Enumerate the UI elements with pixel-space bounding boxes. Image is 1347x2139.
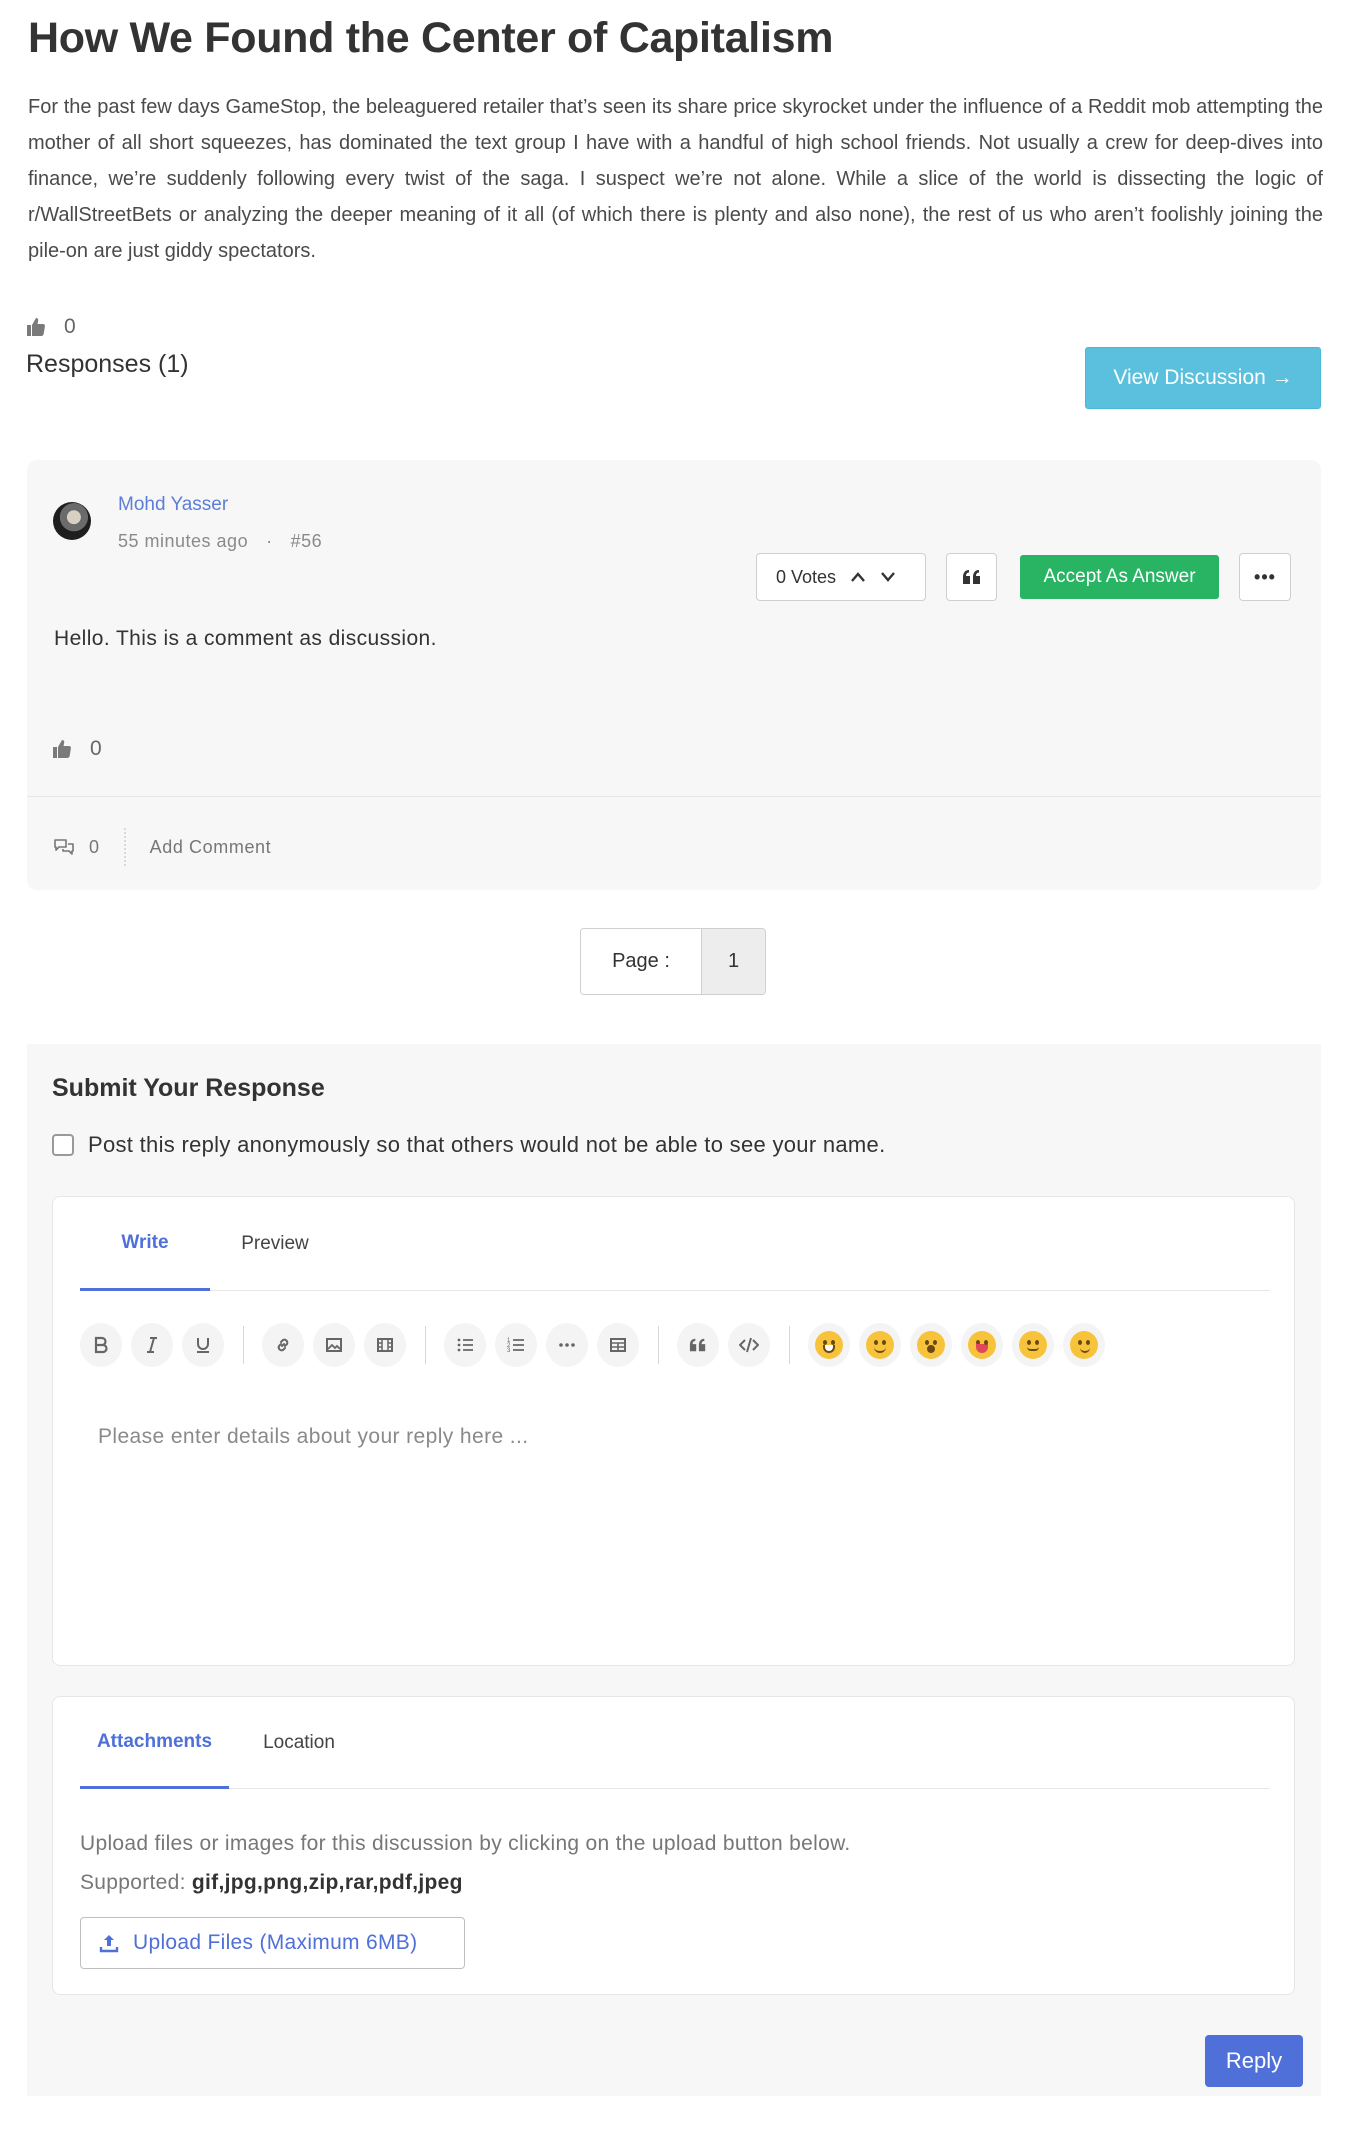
svg-text:3: 3: [507, 1348, 511, 1354]
votes-control: 0 Votes: [756, 553, 926, 601]
toolbar-divider: [243, 1326, 244, 1364]
quote-icon: [962, 570, 980, 584]
blockquote-icon[interactable]: [677, 1323, 719, 1367]
tab-location[interactable]: Location: [229, 1697, 369, 1789]
upload-icon: [99, 1935, 119, 1953]
horizontal-rule-icon[interactable]: [546, 1323, 588, 1367]
link-icon[interactable]: [262, 1323, 304, 1367]
attachment-help: Upload files or images for this discussi…: [80, 1824, 851, 1902]
relieved-emoji[interactable]: [1012, 1323, 1054, 1367]
grinning-emoji[interactable]: [808, 1323, 850, 1367]
article-like[interactable]: 0: [26, 315, 76, 339]
winking-emoji[interactable]: [1063, 1323, 1105, 1367]
tongue-emoji[interactable]: [961, 1323, 1003, 1367]
article-like-count: 0: [64, 315, 76, 338]
divider: [27, 796, 1321, 797]
tab-write[interactable]: Write: [80, 1197, 210, 1291]
add-comment-link[interactable]: Add Comment: [126, 837, 272, 858]
italic-icon[interactable]: [131, 1323, 173, 1367]
attachment-help-text: Upload files or images for this discussi…: [80, 1832, 851, 1855]
comment-like[interactable]: 0: [52, 737, 102, 761]
submit-response-title: Submit Your Response: [52, 1074, 325, 1102]
bullet-list-icon[interactable]: [444, 1323, 486, 1367]
meta-separator: ·: [266, 531, 273, 551]
comment-footer: 0 Add Comment: [53, 828, 271, 866]
reply-textarea-placeholder[interactable]: Please enter details about your reply he…: [98, 1425, 528, 1449]
downvote-chevron-down-icon[interactable]: [880, 571, 896, 583]
comment-meta: 55 minutes ago · #56: [118, 531, 322, 552]
supported-types-row: Supported: gif,jpg,png,zip,rar,pdf,jpeg: [80, 1863, 851, 1902]
attachment-tabs: Attachments Location: [80, 1697, 1270, 1789]
responses-heading: Responses (1): [26, 350, 189, 378]
anonymous-option[interactable]: Post this reply anonymously so that othe…: [52, 1132, 886, 1158]
comment-like-count: 0: [90, 737, 102, 760]
table-icon[interactable]: [597, 1323, 639, 1367]
supported-label: Supported:: [80, 1871, 186, 1894]
numbered-list-icon[interactable]: 123: [495, 1323, 537, 1367]
submit-response-panel: Submit Your Response Post this reply ano…: [27, 1044, 1321, 2096]
comments-icon: [54, 839, 74, 855]
comment-count-value: 0: [89, 836, 100, 857]
thumbs-up-icon[interactable]: [26, 317, 46, 337]
upvote-chevron-up-icon[interactable]: [850, 571, 866, 583]
article-title: How We Found the Center of Capitalism: [28, 14, 834, 62]
editor-toolbar: 123: [80, 1321, 1114, 1369]
page-label: Page :: [581, 929, 702, 994]
pagination: Page : 1: [580, 928, 766, 995]
tab-preview[interactable]: Preview: [210, 1197, 340, 1291]
thumbs-up-icon[interactable]: [52, 739, 72, 759]
comment-time: 55 minutes ago: [118, 531, 249, 551]
toolbar-divider: [658, 1326, 659, 1364]
comment-text: Hello. This is a comment as discussion.: [54, 627, 437, 650]
avatar[interactable]: [53, 502, 91, 540]
editor-tabs: Write Preview: [80, 1197, 1270, 1291]
votes-count: 0 Votes: [776, 566, 837, 587]
anonymous-checkbox[interactable]: [52, 1134, 74, 1156]
underline-icon[interactable]: [182, 1323, 224, 1367]
video-icon[interactable]: [364, 1323, 406, 1367]
bold-icon[interactable]: [80, 1323, 122, 1367]
reply-button[interactable]: Reply: [1205, 2035, 1303, 2087]
code-icon[interactable]: [728, 1323, 770, 1367]
reply-editor: Write Preview 123 Please enter details a…: [52, 1196, 1295, 1666]
image-icon[interactable]: [313, 1323, 355, 1367]
attachments-panel: Attachments Location Upload files or ima…: [52, 1696, 1295, 1995]
page-number-current[interactable]: 1: [702, 929, 765, 994]
article-body: For the past few days GameStop, the bele…: [28, 96, 1323, 262]
more-options-button[interactable]: •••: [1239, 553, 1291, 601]
upload-files-label: Upload Files (Maximum 6MB): [133, 1931, 418, 1954]
upload-files-button[interactable]: Upload Files (Maximum 6MB): [80, 1917, 465, 1969]
comment-author-link[interactable]: Mohd Yasser: [118, 494, 228, 516]
surprised-emoji[interactable]: [910, 1323, 952, 1367]
toolbar-divider: [425, 1326, 426, 1364]
comment-card: Mohd Yasser 55 minutes ago · #56 0 Votes…: [27, 460, 1321, 890]
comment-count[interactable]: 0: [53, 828, 126, 866]
anonymous-label: Post this reply anonymously so that othe…: [88, 1132, 886, 1157]
view-discussion-button[interactable]: View Discussion →: [1085, 347, 1321, 409]
accept-as-answer-button[interactable]: Accept As Answer: [1020, 555, 1219, 599]
tab-attachments[interactable]: Attachments: [80, 1697, 229, 1789]
quote-button[interactable]: [946, 553, 997, 601]
supported-types: gif,jpg,png,zip,rar,pdf,jpeg: [191, 1871, 463, 1894]
toolbar-divider: [789, 1326, 790, 1364]
comment-number[interactable]: #56: [291, 531, 323, 552]
smiling-emoji[interactable]: [859, 1323, 901, 1367]
